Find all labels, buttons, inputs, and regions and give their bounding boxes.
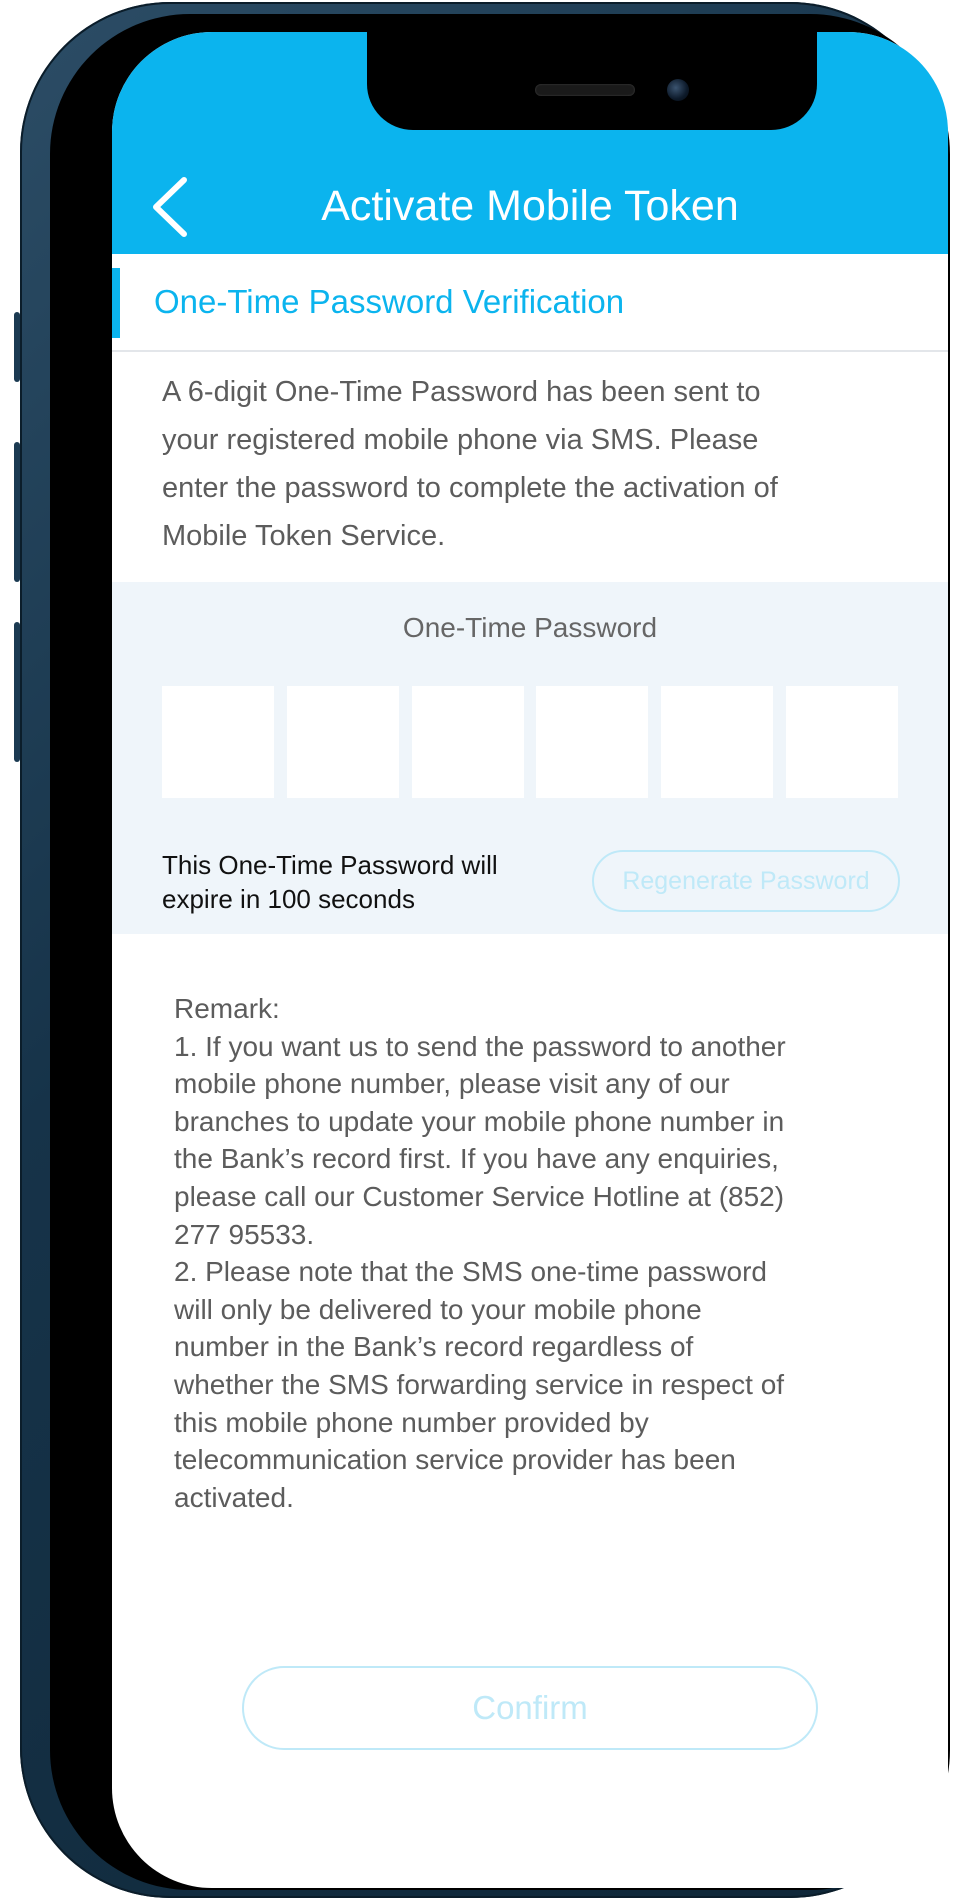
otp-input-group	[162, 686, 898, 798]
phone-silent-switch	[14, 312, 20, 382]
remark-line: branches to update your mobile phone num…	[174, 1105, 785, 1137]
expiry-line: expire in 100 seconds	[162, 884, 415, 914]
remark-line: the Bank’s record first. If you have any…	[174, 1143, 779, 1175]
phone-bezel: Activate Mobile Token One-Time Password …	[50, 14, 950, 1890]
instruction-line: A 6-digit One-Time Password has been sen…	[162, 376, 761, 408]
otp-digit-6[interactable]	[785, 686, 898, 798]
instruction-line: enter the password to complete the activ…	[162, 472, 778, 504]
remark-line: this mobile phone number provided by	[174, 1406, 649, 1438]
remark-section: Remark: 1. If you want us to send the pa…	[174, 990, 894, 1516]
phone-volume-up-button	[14, 442, 20, 582]
remark-line: number in the Bank’s record regardless o…	[174, 1331, 694, 1363]
regenerate-password-button[interactable]: Regenerate Password	[592, 850, 900, 912]
phone-screen: Activate Mobile Token One-Time Password …	[112, 32, 948, 1888]
phone-frame: Activate Mobile Token One-Time Password …	[14, 2, 950, 1898]
remark-line: will only be delivered to your mobile ph…	[174, 1293, 702, 1325]
earpiece-speaker	[535, 84, 635, 96]
remark-heading: Remark:	[174, 993, 280, 1024]
otp-label: One-Time Password	[402, 612, 658, 643]
otp-digit-1[interactable]	[162, 686, 274, 798]
remark-line: 277 95533.	[174, 1218, 315, 1250]
otp-digit-3[interactable]	[411, 686, 524, 798]
front-camera	[667, 79, 689, 101]
remark-line: activated.	[174, 1481, 294, 1513]
otp-panel: One-Time Password This One-Time Password…	[112, 582, 948, 934]
remark-line: telecommunication service provider has b…	[174, 1444, 736, 1476]
otp-instructions: A 6-digit One-Time Password has been sen…	[162, 368, 882, 560]
remark-line: please call our Customer Service Hotline…	[174, 1180, 785, 1212]
remark-line: mobile phone number, please visit any of…	[174, 1068, 730, 1100]
otp-expiry-notice: This One-Time Password will expire in 10…	[162, 848, 582, 916]
section-header: One-Time Password Verification	[112, 254, 948, 352]
confirm-button[interactable]: Confirm	[242, 1666, 818, 1750]
otp-digit-5[interactable]	[661, 686, 774, 798]
remark-line: 2. Please note that the SMS one-time pas…	[174, 1256, 767, 1288]
otp-digit-4[interactable]	[536, 686, 649, 798]
remark-line: whether the SMS forwarding service in re…	[174, 1368, 785, 1400]
instruction-line: your registered mobile phone via SMS. Pl…	[162, 424, 759, 456]
phone-volume-down-button	[14, 622, 20, 762]
section-accent-bar	[112, 268, 120, 338]
otp-digit-2[interactable]	[286, 686, 399, 798]
section-title: One-Time Password Verification	[154, 283, 625, 320]
remark-line: 1. If you want us to send the password t…	[174, 1030, 786, 1062]
page-title: Activate Mobile Token	[321, 182, 739, 230]
expiry-line: This One-Time Password will	[162, 850, 498, 880]
instruction-line: Mobile Token Service.	[162, 520, 446, 552]
notch	[367, 32, 817, 130]
